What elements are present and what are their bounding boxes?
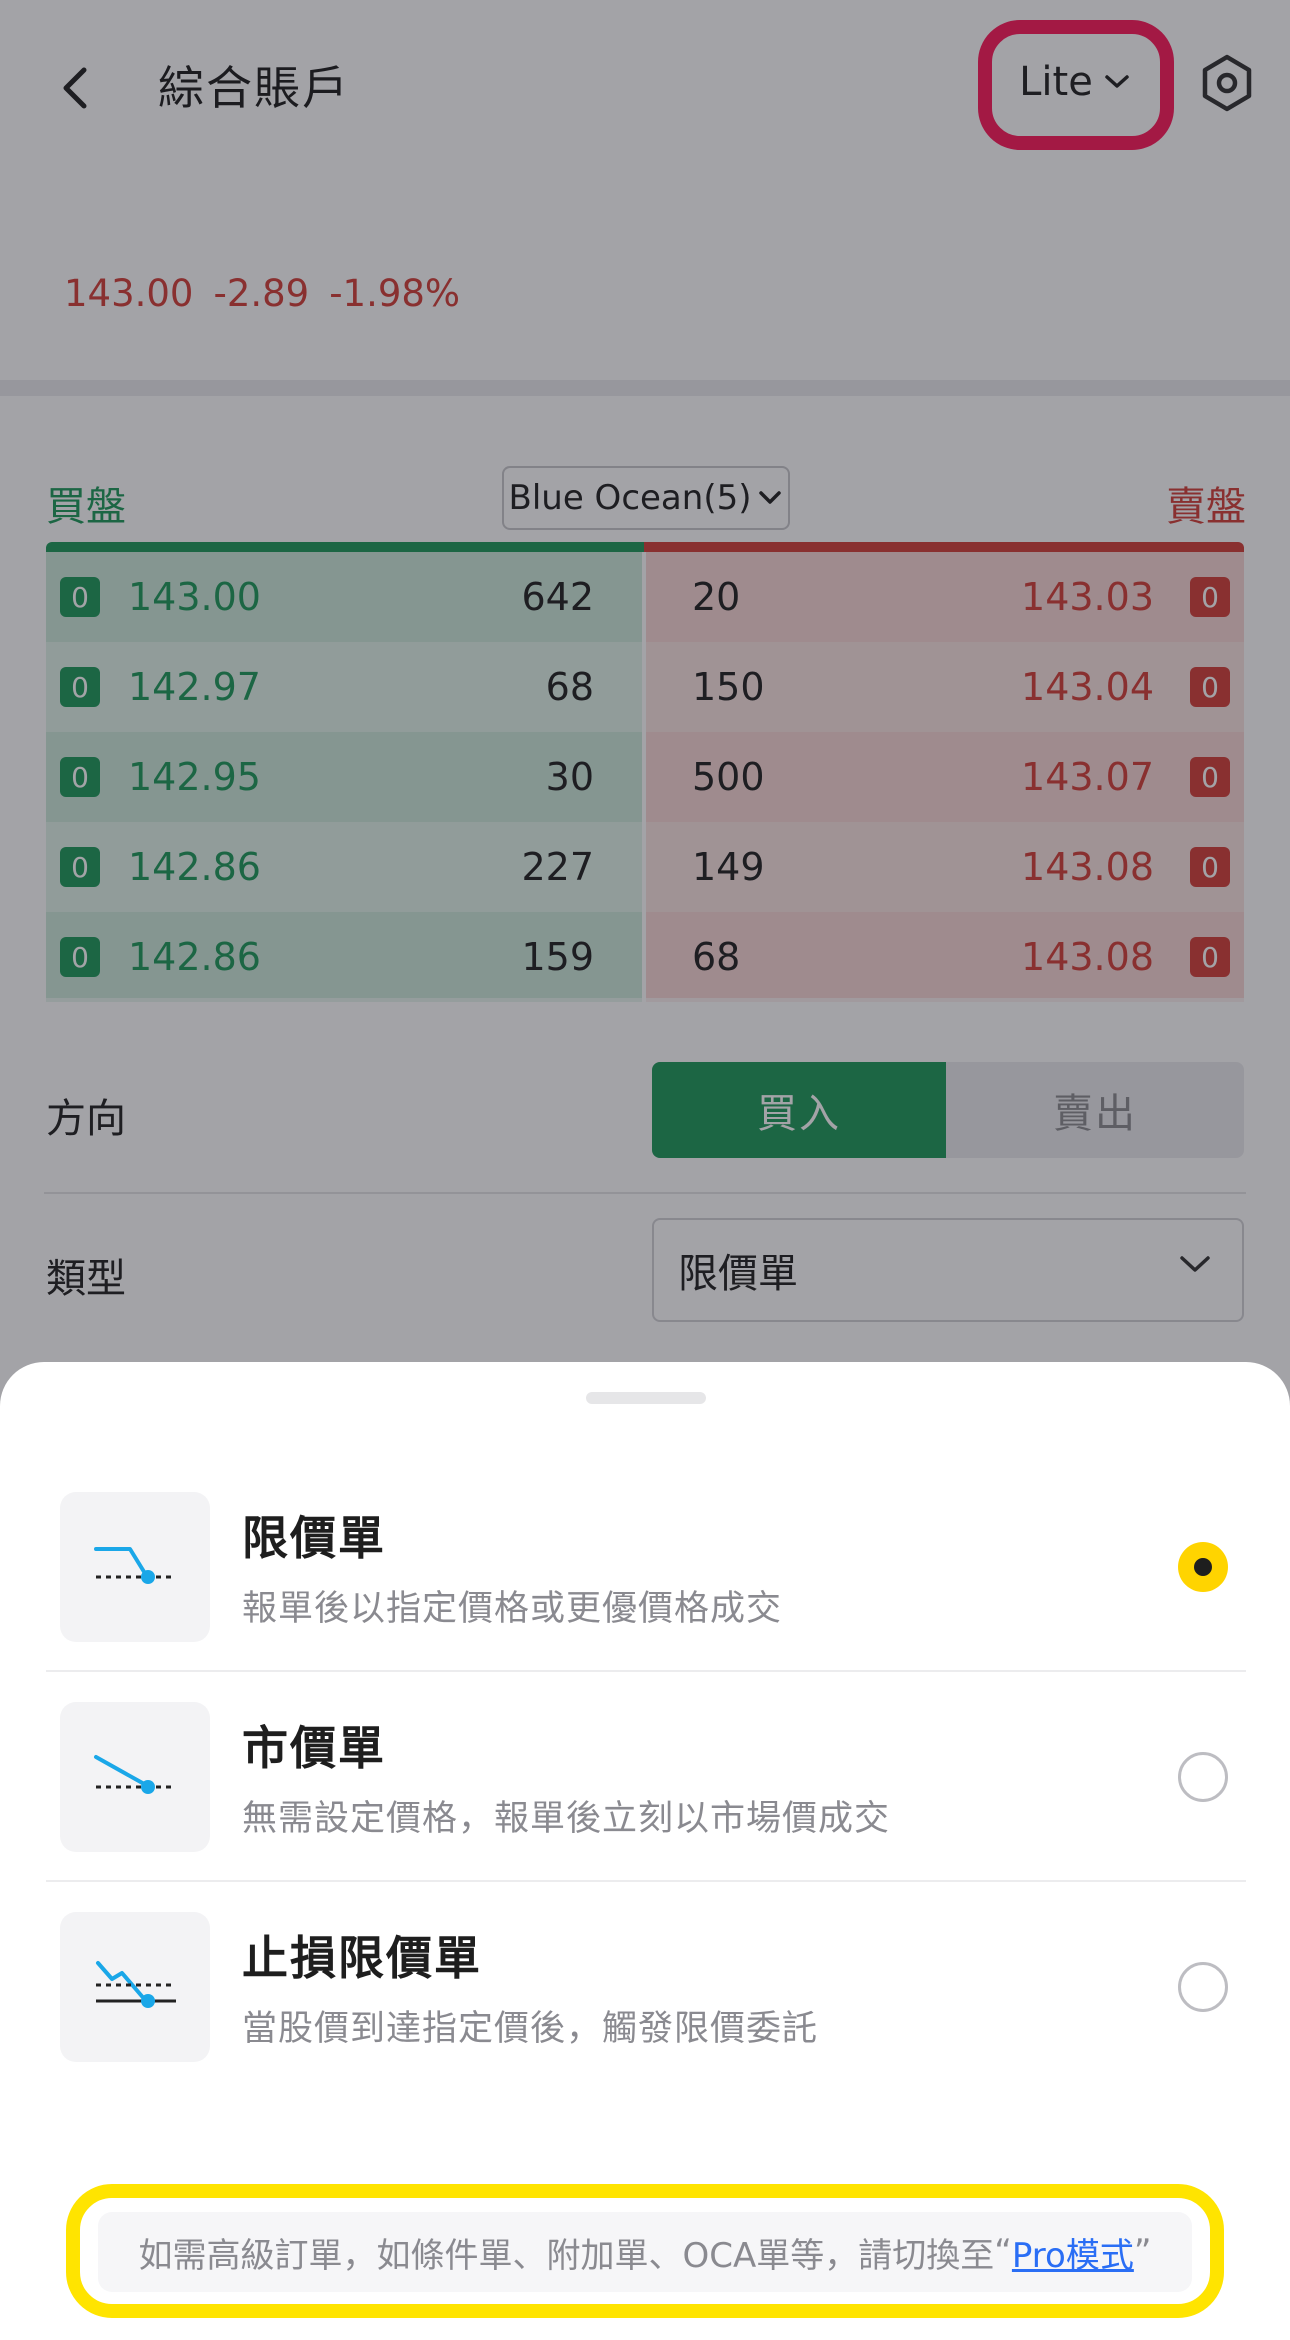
option-title: 限價單 [242,1511,386,1565]
option-description: 當股價到達指定價後，觸發限價委託 [242,2009,819,2049]
option-title: 止損限價單 [242,1931,482,1985]
limit-order-icon [60,1492,210,1642]
option-title: 市價單 [242,1721,386,1775]
market-order-icon [60,1702,210,1852]
option-radio[interactable] [1178,1962,1228,2012]
option-limit-order[interactable]: 限價單 報單後以指定價格或更優價格成交 [46,1462,1246,1672]
sheet-grab-handle[interactable] [586,1392,706,1404]
option-description: 無需設定價格，報單後立刻以市場價成交 [242,1799,891,1839]
stop-limit-order-icon [60,1912,210,2062]
option-stop-limit-order[interactable]: 止損限價單 當股價到達指定價後，觸發限價委託 [46,1882,1246,2092]
notice-highlight-annotation [66,2184,1224,2318]
option-market-order[interactable]: 市價單 無需設定價格，報單後立刻以市場價成交 [46,1672,1246,1882]
option-radio[interactable] [1178,1752,1228,1802]
option-description: 報單後以指定價格或更優價格成交 [242,1589,783,1629]
option-radio-selected[interactable] [1178,1542,1228,1592]
